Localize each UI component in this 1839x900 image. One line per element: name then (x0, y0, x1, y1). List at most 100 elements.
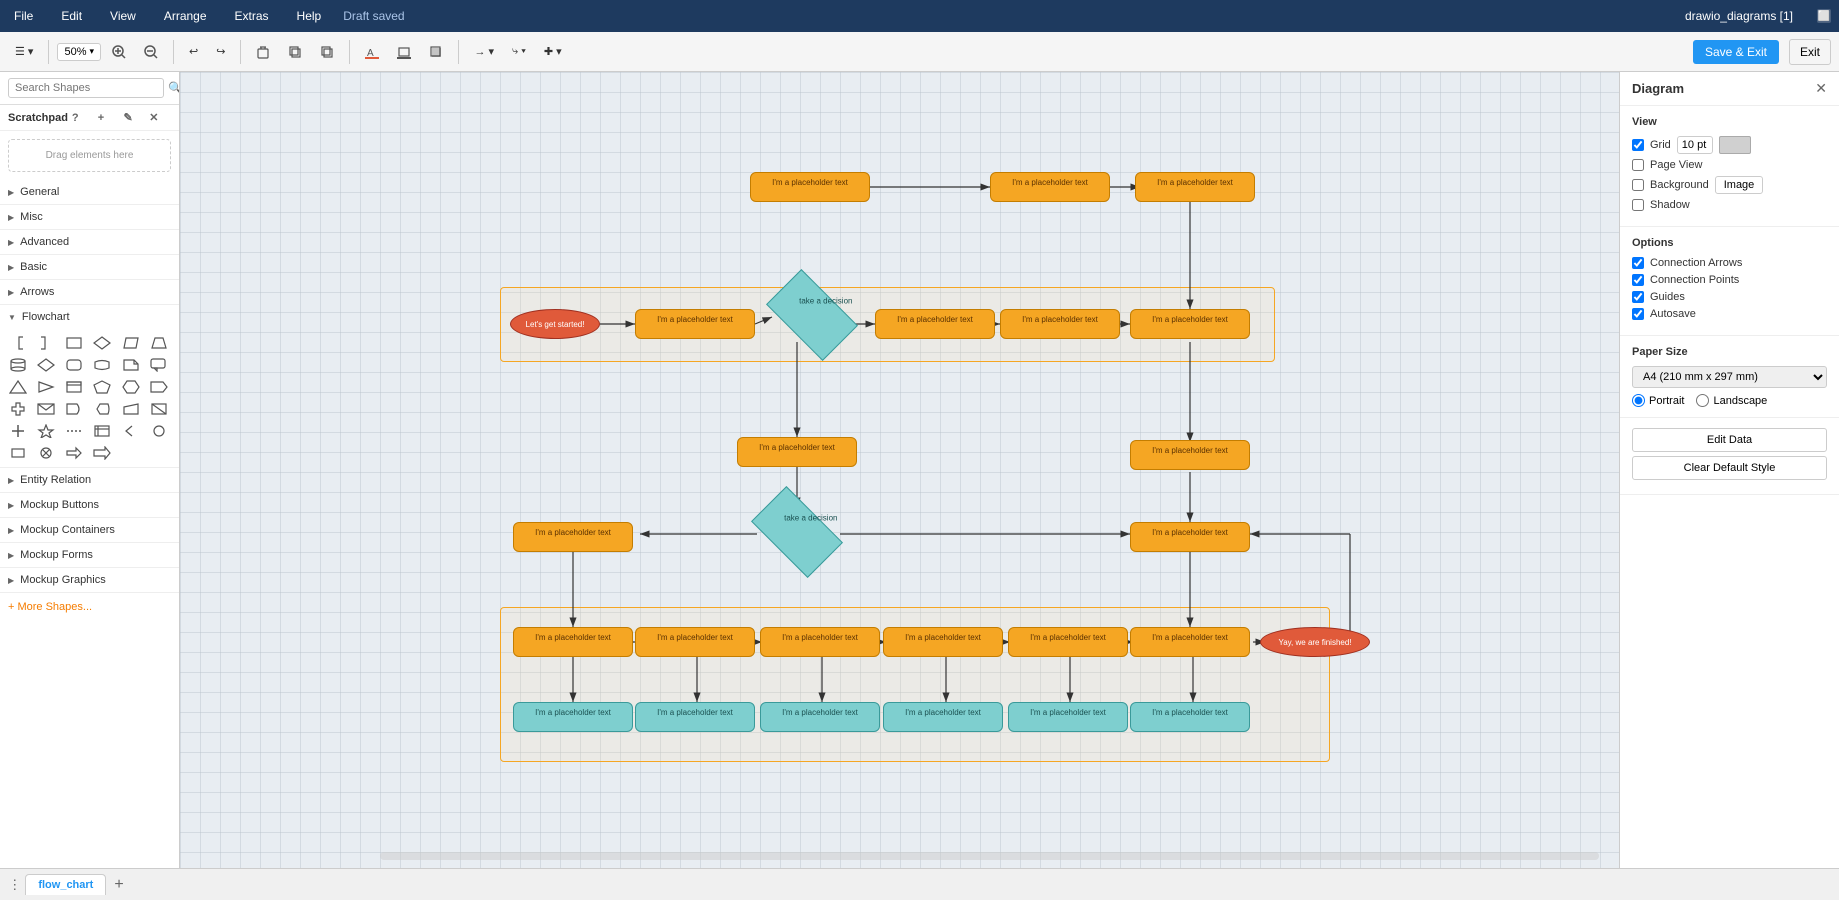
background-checkbox[interactable] (1632, 179, 1644, 191)
search-input[interactable] (8, 78, 164, 98)
landscape-radio[interactable] (1696, 394, 1709, 407)
shape-cross[interactable] (6, 399, 30, 419)
shape-circle[interactable] (147, 421, 171, 441)
menu-arrange[interactable]: Arrange (158, 5, 213, 27)
shape-big-arrow[interactable] (90, 443, 114, 463)
zoom-control[interactable]: 50% ▾ (57, 43, 101, 61)
node-decision-2[interactable]: take a decision (757, 507, 837, 557)
node-8[interactable]: I'm a placeholder text (1000, 309, 1120, 339)
undo-btn[interactable]: ↩ (182, 41, 205, 62)
fill-color-btn[interactable]: A (358, 41, 386, 63)
shape-rect-with-lines[interactable] (62, 377, 86, 397)
node-start[interactable]: Let's get started! (510, 309, 600, 339)
node-11[interactable]: I'm a placeholder text (1130, 440, 1250, 470)
to-front-btn[interactable] (281, 41, 309, 63)
shape-bracket-right[interactable] (34, 333, 58, 353)
page-view-checkbox[interactable] (1632, 159, 1644, 171)
menu-edit[interactable]: Edit (55, 5, 88, 27)
portrait-label[interactable]: Portrait (1632, 394, 1684, 407)
shape-display[interactable] (90, 399, 114, 419)
shape-process[interactable] (62, 333, 86, 353)
shape-chevron[interactable] (147, 377, 171, 397)
node-16[interactable]: I'm a placeholder text (635, 627, 755, 657)
shape-dotted-line[interactable] (62, 421, 86, 441)
shadow-checkbox[interactable] (1632, 199, 1644, 211)
node-end[interactable]: Yay, we are finished! (1260, 627, 1370, 657)
zoom-dropdown-icon[interactable]: ▾ (89, 46, 94, 57)
autosave-checkbox[interactable] (1632, 308, 1644, 320)
node-5[interactable]: I'm a placeholder text (635, 309, 755, 339)
shape-rounded-rect[interactable] (62, 355, 86, 375)
shape-right-triangle[interactable] (34, 377, 58, 397)
shape-annotation[interactable] (119, 421, 143, 441)
landscape-label[interactable]: Landscape (1696, 394, 1767, 407)
sidebar-section-header-mockup-containers[interactable]: Mockup Containers (0, 518, 179, 542)
node-14[interactable]: I'm a placeholder text (1130, 522, 1250, 552)
menu-help[interactable]: Help (291, 5, 328, 27)
to-back-btn[interactable] (313, 41, 341, 63)
node-26[interactable]: I'm a placeholder text (1008, 702, 1128, 732)
node-7[interactable]: I'm a placeholder text (875, 309, 995, 339)
sidebar-section-header-entity[interactable]: Entity Relation (0, 468, 179, 492)
shape-rect2[interactable] (6, 443, 30, 463)
sidebar-section-header-misc[interactable]: Misc (0, 205, 179, 229)
shape-delay[interactable] (62, 399, 86, 419)
shape-strikethrough-rect[interactable] (147, 399, 171, 419)
arrow-style-btn[interactable]: → ▾ (467, 41, 501, 62)
scratchpad-help-icon[interactable]: ? (72, 112, 94, 124)
zoom-in-btn[interactable] (105, 41, 133, 63)
background-image-btn[interactable]: Image (1715, 176, 1764, 194)
grid-color-swatch[interactable] (1719, 136, 1751, 154)
shape-star[interactable] (34, 421, 58, 441)
tab-add-btn[interactable]: + (106, 872, 131, 898)
shape-internal-storage[interactable] (90, 421, 114, 441)
line-color-btn[interactable] (390, 41, 418, 63)
tab-flow-chart[interactable]: flow_chart (25, 874, 106, 895)
menu-file[interactable]: File (8, 5, 39, 27)
sidebar-section-header-mockup-graphics[interactable]: Mockup Graphics (0, 568, 179, 592)
connection-points-checkbox[interactable] (1632, 274, 1644, 286)
node-23[interactable]: I'm a placeholder text (635, 702, 755, 732)
menu-view[interactable]: View (104, 5, 142, 27)
connection-arrows-checkbox[interactable] (1632, 257, 1644, 269)
node-20[interactable]: I'm a placeholder text (1130, 627, 1250, 657)
maximize-btn[interactable]: ⬜ (1817, 9, 1831, 23)
menu-extras[interactable]: Extras (229, 5, 275, 27)
portrait-radio[interactable] (1632, 394, 1645, 407)
tab-menu-btn[interactable]: ⋮ (4, 873, 25, 897)
node-15[interactable]: I'm a placeholder text (513, 627, 633, 657)
redo-btn[interactable]: ↪ (209, 41, 232, 62)
sidebar-section-header-mockup-buttons[interactable]: Mockup Buttons (0, 493, 179, 517)
clear-style-button[interactable]: Clear Default Style (1632, 456, 1827, 480)
exit-button[interactable]: Exit (1789, 39, 1831, 65)
scratchpad-close-icon[interactable]: ✕ (149, 111, 171, 124)
shape-hexagon[interactable] (119, 377, 143, 397)
shape-note[interactable] (119, 355, 143, 375)
shape-trapezoid[interactable] (147, 333, 171, 353)
delete-btn[interactable] (249, 41, 277, 63)
shape-cylinder[interactable] (6, 355, 30, 375)
node-10[interactable]: I'm a placeholder text (737, 437, 857, 467)
shape-diamond2[interactable] (34, 355, 58, 375)
shadow-btn[interactable] (422, 41, 450, 63)
sidebar-section-header-basic[interactable]: Basic (0, 255, 179, 279)
node-12[interactable]: I'm a placeholder text (513, 522, 633, 552)
shape-plus[interactable] (6, 421, 30, 441)
shape-pentagon[interactable] (90, 377, 114, 397)
more-shapes[interactable]: + More Shapes... (0, 593, 179, 621)
sidebar-section-header-mockup-forms[interactable]: Mockup Forms (0, 543, 179, 567)
shape-decision[interactable] (90, 333, 114, 353)
node-25[interactable]: I'm a placeholder text (883, 702, 1003, 732)
shape-manual-input[interactable] (119, 399, 143, 419)
node-2[interactable]: I'm a placeholder text (990, 172, 1110, 202)
shape-message[interactable] (34, 399, 58, 419)
shape-tape[interactable] (90, 355, 114, 375)
insert-btn[interactable]: ✚ ▾ (537, 41, 569, 62)
scratchpad-add-icon[interactable]: + (98, 112, 120, 124)
shape-callout[interactable] (147, 355, 171, 375)
scratchpad-edit-icon[interactable]: ✎ (123, 111, 145, 124)
sidebar-section-header-general[interactable]: General (0, 180, 179, 204)
search-icon[interactable]: 🔍 (168, 81, 180, 95)
paper-size-select[interactable]: A4 (210 mm x 297 mm) (1632, 366, 1827, 388)
guides-checkbox[interactable] (1632, 291, 1644, 303)
